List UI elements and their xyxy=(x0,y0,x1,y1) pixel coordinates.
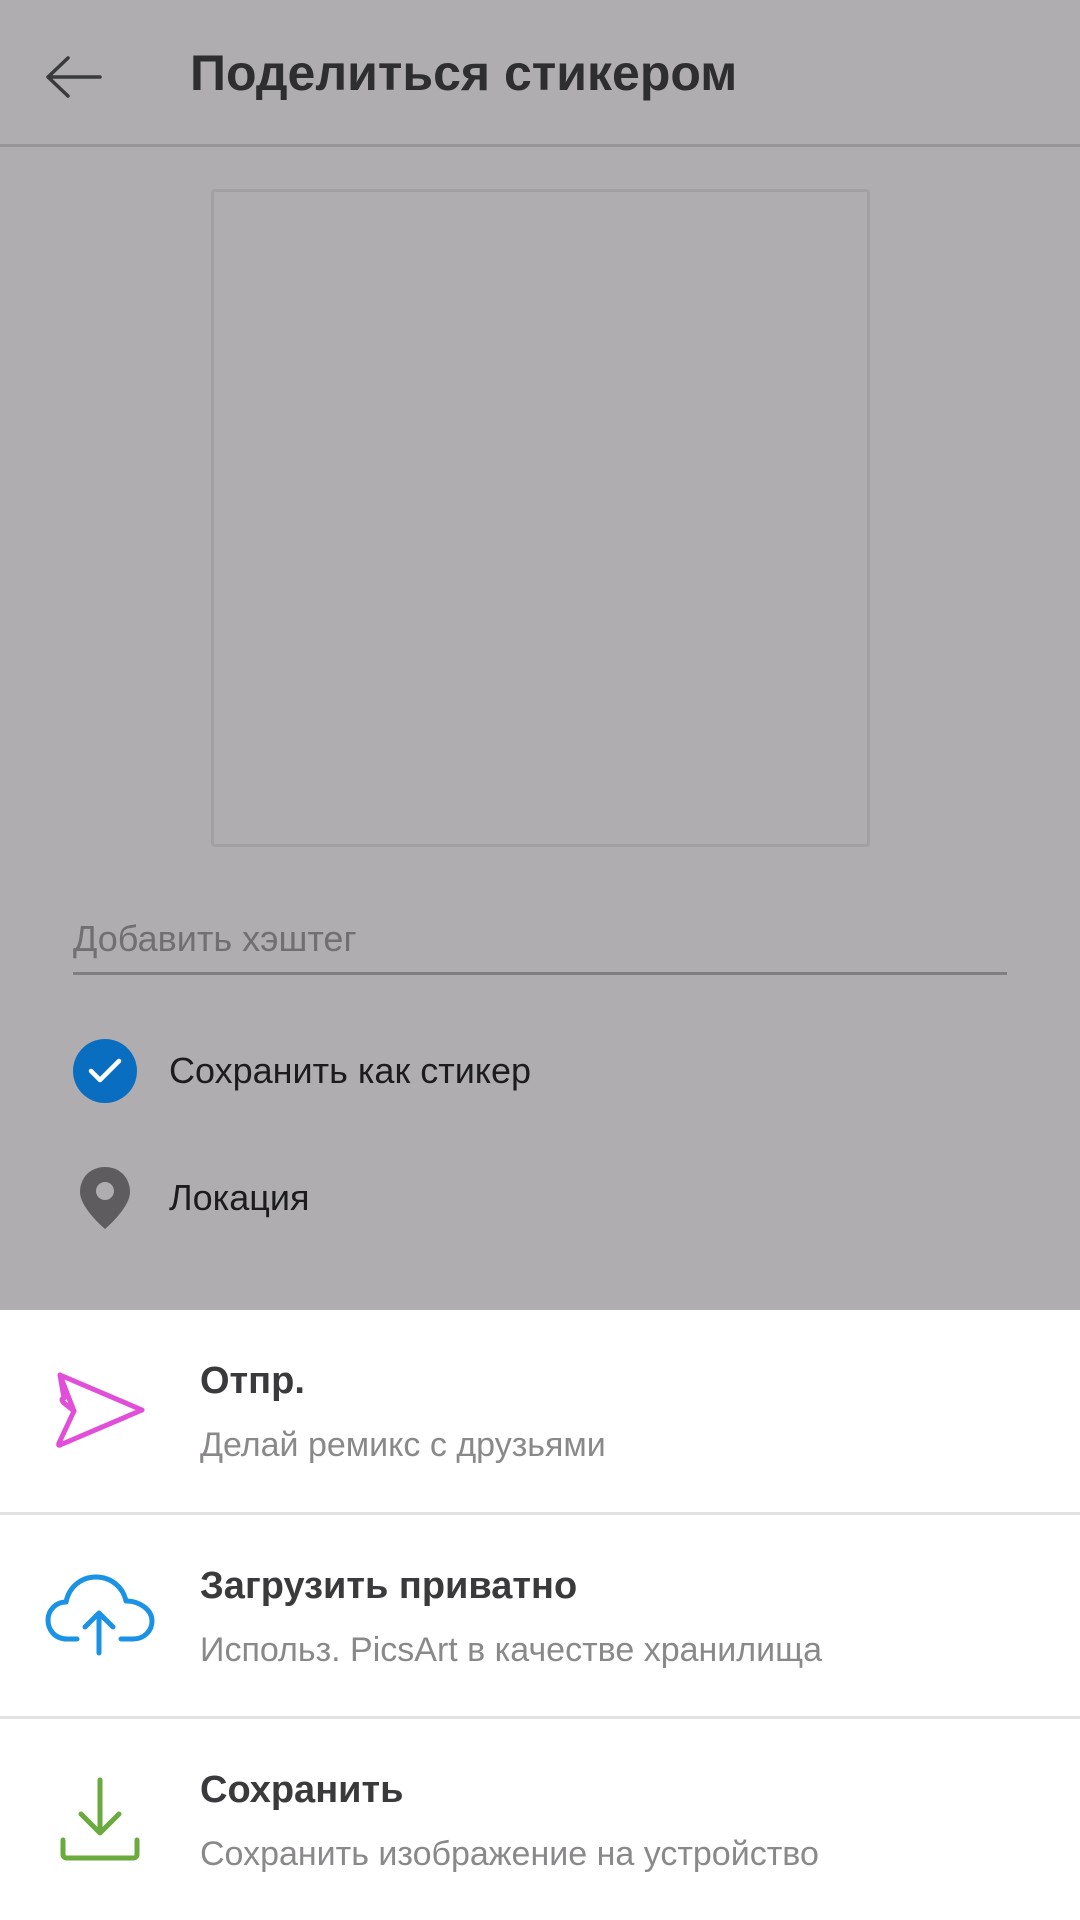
save-as-sticker-option[interactable]: Сохранить как стикер xyxy=(73,1039,531,1103)
sheet-item-send[interactable]: Отпр. Делай ремикс с друзьями xyxy=(0,1310,1080,1512)
sheet-item-subtitle: Использ. PicsArt в качестве хранилища xyxy=(200,1631,822,1669)
cloud-upload-icon xyxy=(40,1555,160,1675)
save-as-sticker-checkbox[interactable] xyxy=(73,1039,137,1103)
sheet-item-subtitle: Сохранить изображение на устройство xyxy=(200,1835,819,1873)
sheet-item-subtitle: Делай ремикс с друзьями xyxy=(200,1426,606,1464)
sticker-preview xyxy=(211,189,870,847)
sheet-item-upload-private[interactable]: Загрузить приватно Использ. PicsArt в ка… xyxy=(0,1515,1080,1717)
share-screen-background: Поделиться стикером Сохранить как стикер… xyxy=(0,0,1080,1310)
send-icon xyxy=(40,1350,160,1470)
checkmark-icon xyxy=(88,1058,122,1083)
sheet-item-title: Сохранить xyxy=(200,1769,404,1811)
location-option[interactable]: Локация xyxy=(73,1163,309,1233)
back-button[interactable] xyxy=(34,37,114,117)
save-as-sticker-label: Сохранить как стикер xyxy=(169,1050,532,1091)
sheet-item-title: Отпр. xyxy=(200,1360,305,1402)
download-icon xyxy=(40,1759,160,1879)
location-label: Локация xyxy=(169,1177,310,1218)
app-bar: Поделиться стикером xyxy=(0,0,1080,147)
arrow-left-icon xyxy=(46,56,102,98)
location-pin-icon xyxy=(73,1163,137,1233)
sheet-item-save[interactable]: Сохранить Сохранить изображение на устро… xyxy=(0,1719,1080,1920)
page-title: Поделиться стикером xyxy=(190,45,738,101)
hashtag-input[interactable] xyxy=(73,915,1007,975)
sheet-item-title: Загрузить приватно xyxy=(200,1565,578,1607)
share-bottom-sheet: Отпр. Делай ремикс с друзьями Загрузить … xyxy=(0,1310,1080,1920)
